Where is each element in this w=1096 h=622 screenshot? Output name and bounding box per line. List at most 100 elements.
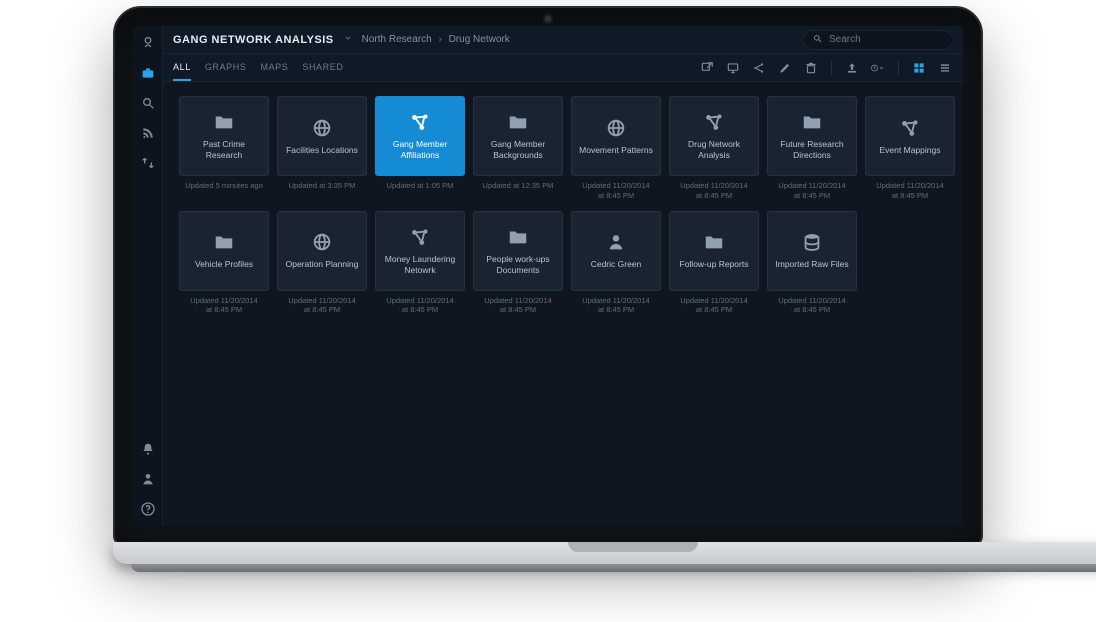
item-meta: Updated at 12:35 PM <box>473 181 563 191</box>
delete-icon[interactable] <box>803 60 819 76</box>
present-icon[interactable] <box>725 60 741 76</box>
toolbar-actions <box>699 60 953 76</box>
item-label: Money Laundering Netowrk <box>382 254 458 275</box>
header-bar: GANG NETWORK ANALYSIS North Research › D… <box>163 26 963 54</box>
folder-icon <box>801 111 823 133</box>
globe-icon <box>605 117 627 139</box>
item-cell: Vehicle ProfilesUpdated 11/20/2014at 8:4… <box>179 211 269 316</box>
app-screen: GANG NETWORK ANALYSIS North Research › D… <box>133 26 963 526</box>
item-label: Cedric Green <box>591 259 642 270</box>
item-card[interactable]: Event Mappings <box>865 96 955 176</box>
view-tabs: ALL GRAPHS MAPS SHARED <box>173 55 343 81</box>
item-cell: Cedric GreenUpdated 11/20/2014at 8:45 PM <box>571 211 661 316</box>
folder-icon <box>213 231 235 253</box>
item-cell: Drug Network AnalysisUpdated 11/20/2014a… <box>669 96 759 201</box>
tab-maps[interactable]: MAPS <box>260 55 288 81</box>
grid-view-icon[interactable] <box>911 60 927 76</box>
item-cell: Future Research DirectionsUpdated 11/20/… <box>767 96 857 201</box>
item-card[interactable]: Movement Patterns <box>571 96 661 176</box>
open-external-icon[interactable] <box>699 60 715 76</box>
item-card[interactable]: People work-ups Documents <box>473 211 563 291</box>
item-card[interactable]: Future Research Directions <box>767 96 857 176</box>
sidebar-notifications-icon[interactable] <box>139 440 157 458</box>
sidebar-feed-icon[interactable] <box>139 124 157 142</box>
item-card[interactable]: Gang Member Backgrounds <box>473 96 563 176</box>
item-cell: Movement PatternsUpdated 11/20/2014at 8:… <box>571 96 661 201</box>
item-meta: Updated at 1:05 PM <box>375 181 465 191</box>
item-cell: Past Crime Research Updated 5 minutes ago <box>179 96 269 201</box>
item-card[interactable]: Gang Member Affiliations <box>375 96 465 176</box>
item-cell: People work-ups Documents Updated 11/20/2… <box>473 211 563 316</box>
item-card[interactable]: Follow-up Reports <box>669 211 759 291</box>
item-meta: Updated 11/20/2014at 8:45 PM <box>375 296 465 316</box>
folder-icon <box>507 111 529 133</box>
search-icon <box>812 33 823 47</box>
search-box[interactable] <box>803 30 953 50</box>
item-cell: Gang Member Backgrounds Updated at 12:35 … <box>473 96 563 201</box>
share-icon[interactable] <box>751 60 767 76</box>
item-label: Follow-up Reports <box>680 259 749 270</box>
item-meta: Updated 11/20/2014at 8:45 PM <box>669 296 759 316</box>
breadcrumb[interactable]: North Research › Drug Network <box>362 34 510 45</box>
item-meta: Updated 11/20/2014at 8:45 PM <box>767 296 857 316</box>
history-icon[interactable] <box>870 60 886 76</box>
globe-icon <box>311 231 333 253</box>
item-card[interactable]: Drug Network Analysis <box>669 96 759 176</box>
items-grid: Past Crime Research Updated 5 minutes ago… <box>179 96 947 315</box>
item-card[interactable]: Vehicle Profiles <box>179 211 269 291</box>
item-label: Gang Member Affiliations <box>382 139 458 160</box>
laptop-bezel: GANG NETWORK ANALYSIS North Research › D… <box>113 6 983 546</box>
tab-shared[interactable]: SHARED <box>302 55 343 81</box>
folder-icon <box>507 226 529 248</box>
item-meta: Updated 11/20/2014at 8:45 PM <box>865 181 955 201</box>
item-meta: Updated 5 minutes ago <box>179 181 269 191</box>
list-view-icon[interactable] <box>937 60 953 76</box>
breadcrumb-0: North Research <box>362 34 432 45</box>
main-area: GANG NETWORK ANALYSIS North Research › D… <box>163 26 963 526</box>
upload-icon[interactable] <box>844 60 860 76</box>
item-label: Vehicle Profiles <box>195 259 253 270</box>
breadcrumb-separator: › <box>438 34 441 45</box>
edit-icon[interactable] <box>777 60 793 76</box>
sidebar-transfer-icon[interactable] <box>139 154 157 172</box>
sidebar-profile-icon[interactable] <box>139 470 157 488</box>
title-dropdown-icon[interactable] <box>342 32 354 47</box>
item-label: Drug Network Analysis <box>676 139 752 160</box>
database-icon <box>801 231 823 253</box>
item-cell: Gang Member Affiliations Updated at 1:05 … <box>375 96 465 201</box>
sidebar-search-icon[interactable] <box>139 94 157 112</box>
item-cell: Operation PlanningUpdated 11/20/2014at 8… <box>277 211 367 316</box>
laptop-mockup: GANG NETWORK ANALYSIS North Research › D… <box>113 6 983 566</box>
tab-all[interactable]: ALL <box>173 55 191 81</box>
folder-icon <box>213 111 235 133</box>
item-card[interactable]: Facilities Locations <box>277 96 367 176</box>
network-icon <box>703 111 725 133</box>
item-label: Gang Member Backgrounds <box>480 139 556 160</box>
item-card[interactable]: Money Laundering Netowrk <box>375 211 465 291</box>
item-cell: Event Mappings Updated 11/20/2014at 8:45 … <box>865 96 955 201</box>
item-card[interactable]: Operation Planning <box>277 211 367 291</box>
globe-icon <box>311 117 333 139</box>
item-card[interactable]: Past Crime Research <box>179 96 269 176</box>
sidebar-briefcase-icon[interactable] <box>139 64 157 82</box>
logo-icon[interactable] <box>139 34 157 52</box>
item-card[interactable]: Cedric Green <box>571 211 661 291</box>
tab-graphs[interactable]: GRAPHS <box>205 55 247 81</box>
laptop-base <box>113 542 1096 572</box>
page-title: GANG NETWORK ANALYSIS <box>173 34 334 46</box>
breadcrumb-1: Drug Network <box>449 34 510 45</box>
item-label: People work-ups Documents <box>480 254 556 275</box>
item-label: Operation Planning <box>286 259 359 270</box>
sidebar-help-icon[interactable] <box>139 500 157 518</box>
item-card[interactable]: Imported Raw Files <box>767 211 857 291</box>
folder-icon <box>703 231 725 253</box>
item-label: Past Crime Research <box>186 139 262 160</box>
toolbar-separator <box>831 61 832 75</box>
item-cell: Facilities Locations Updated at 3:35 PM <box>277 96 367 201</box>
item-cell: Follow-up Reports Updated 11/20/2014at 8:… <box>669 211 759 316</box>
search-input[interactable] <box>829 34 944 45</box>
item-meta: Updated at 3:35 PM <box>277 181 367 191</box>
item-meta: Updated 11/20/2014at 8:45 PM <box>473 296 563 316</box>
toolbar-separator <box>898 61 899 75</box>
toolbar: ALL GRAPHS MAPS SHARED <box>163 54 963 82</box>
